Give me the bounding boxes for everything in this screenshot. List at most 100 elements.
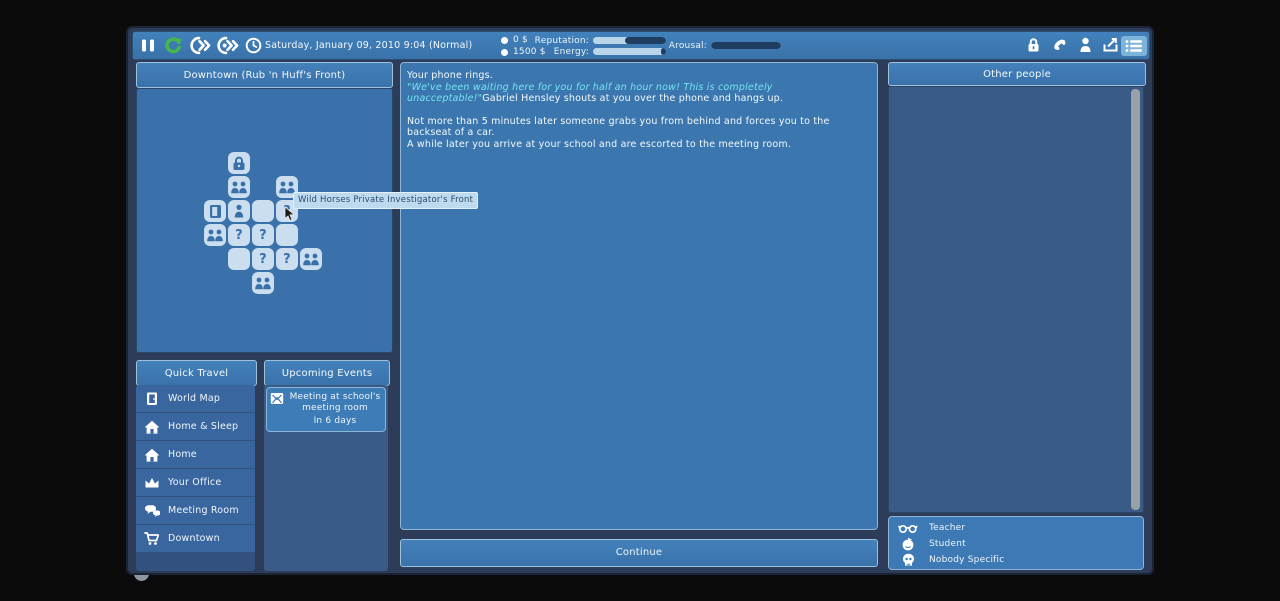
map-tile-question[interactable]: ? <box>228 224 250 246</box>
map-tile-none[interactable] <box>276 224 298 246</box>
envelope-icon <box>270 392 284 427</box>
upcoming-events-header: Upcoming Events <box>264 360 390 386</box>
energy-label: Energy: <box>531 47 589 57</box>
share-icon[interactable] <box>1102 37 1120 53</box>
home-icon <box>144 448 160 462</box>
money-primary: 0 $ <box>513 34 528 46</box>
legend-label: Teacher <box>929 523 965 533</box>
person-icon <box>233 204 245 218</box>
scrollbar-track[interactable] <box>1131 89 1140 510</box>
lock-icon[interactable] <box>1026 37 1041 53</box>
legend-row-teacher[interactable]: Teacher <box>898 520 1134 536</box>
quick-travel-label: World Map <box>168 393 220 404</box>
story-after-quote: Gabriel Hensley shouts at you over the p… <box>482 93 783 104</box>
energy-bar-remaining <box>661 48 666 55</box>
game-window: Saturday, January 09, 2010 9:04 (Normal)… <box>128 28 1152 573</box>
clock-icon[interactable] <box>245 37 262 54</box>
legend-label: Student <box>929 539 966 549</box>
fastest-forward-icon[interactable] <box>217 36 239 55</box>
other-people-header: Other people <box>888 62 1146 86</box>
legend-row-nobody-specific[interactable]: Nobody Specific <box>898 552 1134 568</box>
map-tooltip: Wild Horses Private Investigator's Front <box>293 192 478 209</box>
skull-icon <box>898 553 918 567</box>
scrollbar-thumb[interactable] <box>1131 89 1140 510</box>
energy-bar <box>593 48 666 55</box>
quick-travel-label: Meeting Room <box>168 505 239 516</box>
quick-travel-item-home-sleep[interactable]: Home & Sleep <box>136 413 255 440</box>
pause-icon[interactable] <box>141 38 155 53</box>
chat-icon <box>144 504 160 518</box>
quick-travel-header: Quick Travel <box>136 360 257 386</box>
menu-icon[interactable] <box>1121 36 1147 56</box>
people-icon <box>302 253 320 266</box>
door-icon <box>209 204 222 219</box>
question-mark: ? <box>235 229 243 242</box>
location-header: Downtown (Rub 'n Huff's Front) <box>136 62 393 88</box>
reputation-bar <box>593 37 666 44</box>
map-tile-people[interactable] <box>300 248 322 270</box>
quick-travel-label: Home <box>168 449 197 460</box>
money-dot-icon <box>501 37 508 44</box>
upcoming-events-list: Meeting at school'smeeting roomIn 6 days <box>264 385 388 571</box>
glasses-icon <box>898 522 918 535</box>
story-line: A while later you arrive at your school … <box>407 139 871 151</box>
quick-travel-list: World Map Home & Sleep Home Your Office Meet… <box>136 385 255 571</box>
story-line: Not more than 5 minutes later someone gr… <box>407 116 871 139</box>
phone-icon[interactable] <box>1052 37 1069 54</box>
map-tile-door[interactable] <box>204 200 226 222</box>
question-mark: ? <box>283 253 291 266</box>
map-tile-people[interactable] <box>228 176 250 198</box>
quick-travel-item-meeting-room[interactable]: Meeting Room <box>136 497 255 524</box>
door-icon <box>144 391 160 406</box>
arousal-label: Arousal: <box>667 41 707 51</box>
top-bar: Saturday, January 09, 2010 9:04 (Normal)… <box>132 31 1150 60</box>
map-tile-people[interactable] <box>204 224 226 246</box>
quick-travel-item-home[interactable]: Home <box>136 441 255 468</box>
story-paragraph: "We've been waiting here for you for hal… <box>407 82 871 105</box>
people-legend: Teacher Student Nobody Specific <box>888 516 1144 570</box>
mouse-cursor <box>284 206 296 222</box>
quick-travel-item-your-office[interactable]: Your Office <box>136 469 255 496</box>
person-icon[interactable] <box>1079 37 1092 53</box>
upcoming-events-title: Upcoming Events <box>282 368 373 379</box>
map-tile-question[interactable]: ? <box>252 248 274 270</box>
quick-travel-title: Quick Travel <box>165 368 229 379</box>
event-card[interactable]: Meeting at school'smeeting roomIn 6 days <box>266 387 386 432</box>
quick-travel-label: Downtown <box>168 533 220 544</box>
question-mark: ? <box>259 253 267 266</box>
reputation-bar-remaining <box>625 37 666 44</box>
map-tile-none[interactable] <box>252 200 274 222</box>
people-icon <box>254 277 272 290</box>
arousal-bar <box>711 42 781 49</box>
quick-travel-label: Home & Sleep <box>168 421 238 432</box>
map-tile-question[interactable]: ? <box>276 248 298 270</box>
question-mark: ? <box>259 229 267 242</box>
people-icon <box>230 181 248 194</box>
map-tile-lock[interactable] <box>228 152 250 174</box>
game-date: Saturday, January 09, 2010 9:04 (Normal) <box>265 32 472 59</box>
home-icon <box>144 420 160 434</box>
quick-travel-item-downtown[interactable]: Downtown <box>136 525 255 552</box>
event-countdown: In 6 days <box>288 416 382 427</box>
other-people-title: Other people <box>983 69 1051 80</box>
legend-label: Nobody Specific <box>929 555 1004 565</box>
city-map: ????? <box>136 88 393 353</box>
people-icon <box>206 229 224 242</box>
story-line: Your phone rings. <box>407 70 871 82</box>
map-tile-people[interactable] <box>252 272 274 294</box>
event-text: Meeting at school'smeeting roomIn 6 days <box>288 392 382 427</box>
continue-button[interactable]: Continue <box>400 539 878 567</box>
fast-forward-icon[interactable] <box>190 36 212 55</box>
other-people-panel <box>888 86 1144 513</box>
quick-travel-item-world-map[interactable]: World Map <box>136 385 255 412</box>
reputation-label: Reputation: <box>531 36 589 46</box>
quick-travel-label: Your Office <box>168 477 221 488</box>
lock-icon <box>232 156 246 171</box>
map-tile-question[interactable]: ? <box>252 224 274 246</box>
map-tile-person[interactable] <box>228 200 250 222</box>
cart-icon <box>144 531 160 546</box>
money-dot-icon <box>501 49 508 56</box>
resume-icon[interactable] <box>164 36 183 55</box>
map-tile-none[interactable] <box>228 248 250 270</box>
legend-row-student[interactable]: Student <box>898 536 1134 552</box>
